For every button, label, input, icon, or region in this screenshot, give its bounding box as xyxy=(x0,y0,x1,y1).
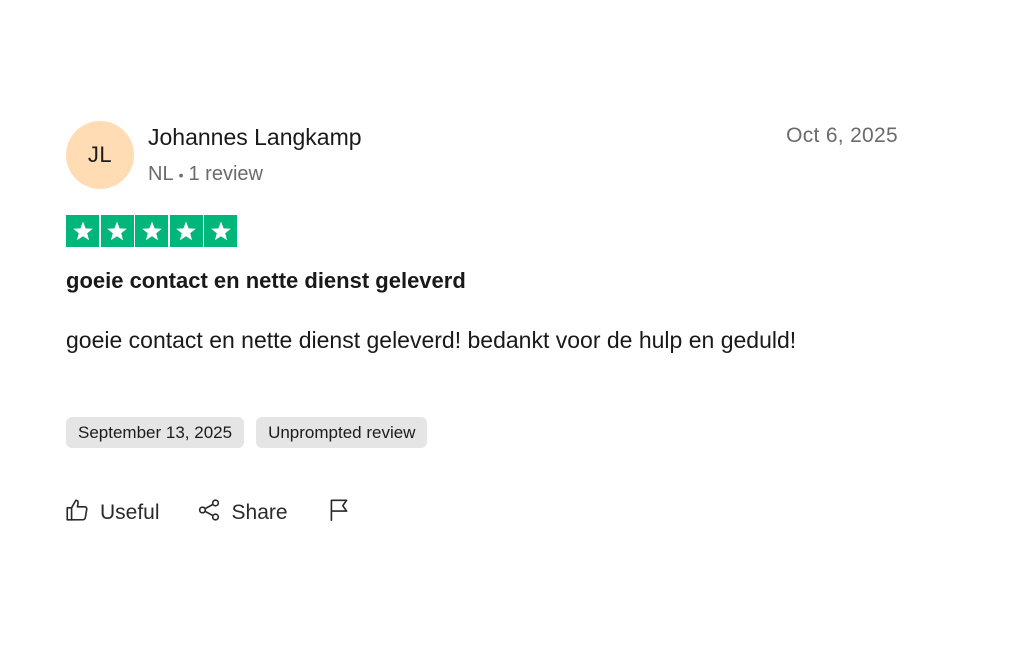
separator-dot: • xyxy=(178,166,184,183)
share-button[interactable]: Share xyxy=(196,497,288,529)
avatar-initials: JL xyxy=(87,142,113,167)
reviewer-review-count: 1 review xyxy=(188,163,263,185)
star-icon xyxy=(204,215,237,247)
reviewer-meta: NL • 1 review xyxy=(148,163,263,186)
reviewer-country: NL xyxy=(148,163,174,185)
share-label: Share xyxy=(231,501,288,524)
review-date: Oct 6, 2025 xyxy=(786,124,898,147)
star-rating xyxy=(66,215,237,247)
star-icon xyxy=(100,215,134,247)
review-title[interactable]: goeie contact en nette dienst geleverd xyxy=(66,268,466,294)
unprompted-review-badge[interactable]: Unprompted review xyxy=(256,417,428,448)
review-tags: September 13, 2025 Unprompted review xyxy=(66,417,428,448)
useful-button[interactable]: Useful xyxy=(64,497,160,529)
star-icon xyxy=(135,215,168,247)
review-actions: Useful Share xyxy=(64,497,352,529)
reviewer-name[interactable]: Johannes Langkamp xyxy=(148,124,362,151)
review-body: goeie contact en nette dienst geleverd! … xyxy=(66,327,797,353)
experience-date-badge: September 13, 2025 xyxy=(66,417,245,448)
useful-label: Useful xyxy=(100,501,160,524)
star-icon xyxy=(169,215,203,247)
thumbs-up-icon xyxy=(64,497,90,529)
flag-icon xyxy=(326,497,352,529)
star-icon xyxy=(66,215,99,247)
share-icon xyxy=(196,497,222,529)
avatar[interactable]: JL xyxy=(66,121,134,189)
review-card: JL Johannes Langkamp NL • 1 review Oct 6… xyxy=(0,0,1024,658)
report-button[interactable] xyxy=(326,497,352,529)
